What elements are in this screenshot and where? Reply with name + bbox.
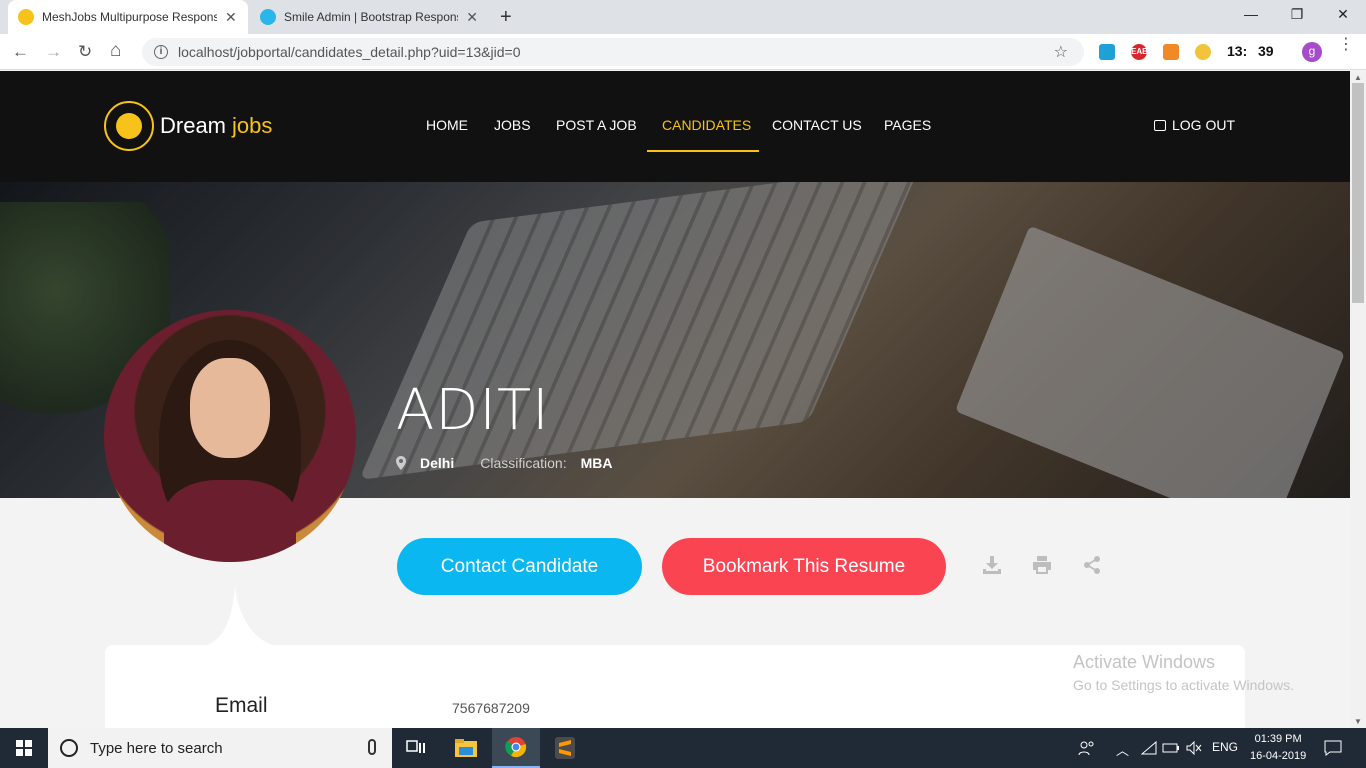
task-view-button[interactable] xyxy=(392,728,440,768)
contact-candidate-button[interactable]: Contact Candidate xyxy=(397,538,642,595)
tab-close-icon[interactable]: ✕ xyxy=(466,9,478,26)
meshjobs-favicon-icon xyxy=(18,9,34,25)
chrome-taskbar-button[interactable] xyxy=(492,728,540,768)
page-scrollbar[interactable]: ▲ ▼ xyxy=(1350,71,1366,728)
bookmark-star-icon[interactable]: ☆ xyxy=(1054,42,1068,62)
share-icon[interactable] xyxy=(1082,556,1102,574)
avatar-face xyxy=(190,358,270,458)
email-value: 7567687209 xyxy=(452,700,530,716)
card-notch xyxy=(195,585,285,647)
scroll-up-icon[interactable]: ▲ xyxy=(1354,73,1362,82)
email-label: Email xyxy=(215,694,268,717)
forward-icon[interactable]: → xyxy=(45,42,62,62)
close-window-button[interactable]: ✕ xyxy=(1320,6,1366,23)
tab-meshjobs[interactable]: MeshJobs Multipurpose Responsive ✕ xyxy=(8,0,248,34)
print-icon[interactable] xyxy=(1032,556,1052,574)
sublime-taskbar-button[interactable] xyxy=(541,728,589,768)
tab-smile-admin[interactable]: Smile Admin | Bootstrap Responsive ✕ xyxy=(250,0,488,34)
ext-clock-minutes[interactable]: 39 xyxy=(1258,43,1274,59)
tab-close-icon[interactable]: ✕ xyxy=(225,9,237,26)
show-hidden-icons-icon[interactable]: ︿ xyxy=(1116,740,1129,759)
search-placeholder: Type here to search xyxy=(90,739,223,757)
activate-windows-watermark: Activate Windows Go to Settings to activ… xyxy=(1073,652,1294,693)
site-header: Dream jobs HOME JOBS POST A JOB CANDIDAT… xyxy=(0,71,1350,182)
logo-globe-icon xyxy=(104,101,154,151)
volume-muted-icon[interactable] xyxy=(1186,741,1202,755)
browser-menu-icon[interactable]: ⋮ xyxy=(1338,37,1354,53)
minimize-button[interactable]: — xyxy=(1228,6,1274,22)
candidate-classification: MBA xyxy=(580,455,613,471)
wifi-icon[interactable] xyxy=(1141,741,1157,755)
clock-time: 01:39 PM xyxy=(1254,733,1302,745)
new-tab-button[interactable]: + xyxy=(500,6,512,29)
folder-icon xyxy=(455,739,477,757)
tab-title: MeshJobs Multipurpose Responsive xyxy=(42,10,217,24)
nav-pages[interactable]: PAGES xyxy=(884,117,931,133)
taskbar-clock[interactable]: 01:39 PM 16-04-2019 xyxy=(1250,731,1306,765)
candidate-avatar xyxy=(104,310,356,562)
browser-tab-bar: MeshJobs Multipurpose Responsive ✕ Smile… xyxy=(0,0,1366,34)
profile-avatar[interactable]: g xyxy=(1302,42,1322,62)
reload-icon[interactable]: ↻ xyxy=(78,42,92,62)
windows-taskbar: Type here to search ︿ ENG 01:39 PM 16-04… xyxy=(0,728,1366,768)
file-explorer-button[interactable] xyxy=(442,728,490,768)
taskbar-search[interactable]: Type here to search xyxy=(48,728,392,768)
candidate-location: Delhi xyxy=(420,455,455,471)
logout-label: LOG OUT xyxy=(1172,117,1236,133)
windows-logo-icon xyxy=(16,740,32,756)
avatar-top xyxy=(164,480,296,562)
task-view-icon xyxy=(406,740,425,753)
tab-title: Smile Admin | Bootstrap Responsive xyxy=(284,10,458,24)
chrome-icon xyxy=(505,737,527,758)
logo-word-jobs: jobs xyxy=(232,113,273,138)
language-indicator[interactable]: ENG xyxy=(1212,740,1238,754)
logout-icon xyxy=(1154,119,1166,131)
microphone-icon[interactable] xyxy=(368,739,376,755)
url-text[interactable]: localhost/jobportal/candidates_detail.ph… xyxy=(178,44,520,60)
cortana-icon xyxy=(60,739,78,757)
ext-orange-icon[interactable] xyxy=(1163,44,1179,60)
download-icon[interactable] xyxy=(982,556,1002,574)
nav-contact-us[interactable]: CONTACT US xyxy=(772,117,862,133)
back-icon[interactable]: ← xyxy=(12,42,29,62)
candidate-name: ADITI xyxy=(396,378,550,443)
action-center-icon[interactable] xyxy=(1324,740,1342,756)
candidate-meta: Delhi Classification: MBA xyxy=(396,455,613,471)
active-nav-underline xyxy=(647,150,759,152)
nav-jobs[interactable]: JOBS xyxy=(494,117,531,133)
sublime-text-icon xyxy=(555,737,575,759)
people-icon[interactable] xyxy=(1078,740,1096,756)
ext-clock-hours[interactable]: 13: xyxy=(1227,43,1247,59)
maximize-button[interactable]: ❐ xyxy=(1274,6,1320,23)
activate-subtitle: Go to Settings to activate Windows. xyxy=(1073,677,1294,693)
scrollbar-thumb[interactable] xyxy=(1352,83,1364,303)
site-info-icon[interactable]: i xyxy=(154,45,168,59)
smile-admin-favicon-icon xyxy=(260,9,276,25)
scroll-down-icon[interactable]: ▼ xyxy=(1354,717,1362,726)
logo-word-dream: Dream xyxy=(160,113,227,138)
site-logo[interactable]: Dream jobs xyxy=(104,101,272,151)
nav-home[interactable]: HOME xyxy=(426,117,468,133)
ext-sun-icon[interactable] xyxy=(1195,44,1211,60)
home-icon[interactable]: ⌂ xyxy=(110,40,121,62)
browser-toolbar: ← → ↻ ⌂ i localhost/jobportal/candidates… xyxy=(0,34,1366,70)
battery-icon[interactable] xyxy=(1162,741,1180,755)
bookmark-resume-button[interactable]: Bookmark This Resume xyxy=(662,538,946,595)
logout-button[interactable]: LOG OUT xyxy=(1154,117,1235,133)
location-pin-icon xyxy=(396,456,406,470)
nav-candidates[interactable]: CANDIDATES xyxy=(662,117,751,133)
ext-blue-icon[interactable] xyxy=(1099,44,1115,60)
ext-eab-icon[interactable]: EAB xyxy=(1131,44,1148,60)
nav-post-a-job[interactable]: POST A JOB xyxy=(556,117,637,133)
activate-title: Activate Windows xyxy=(1073,652,1216,672)
address-bar[interactable]: i localhost/jobportal/candidates_detail.… xyxy=(142,38,1084,66)
start-button[interactable] xyxy=(0,728,48,768)
classification-label: Classification: xyxy=(480,455,567,471)
clock-date: 16-04-2019 xyxy=(1250,750,1307,762)
